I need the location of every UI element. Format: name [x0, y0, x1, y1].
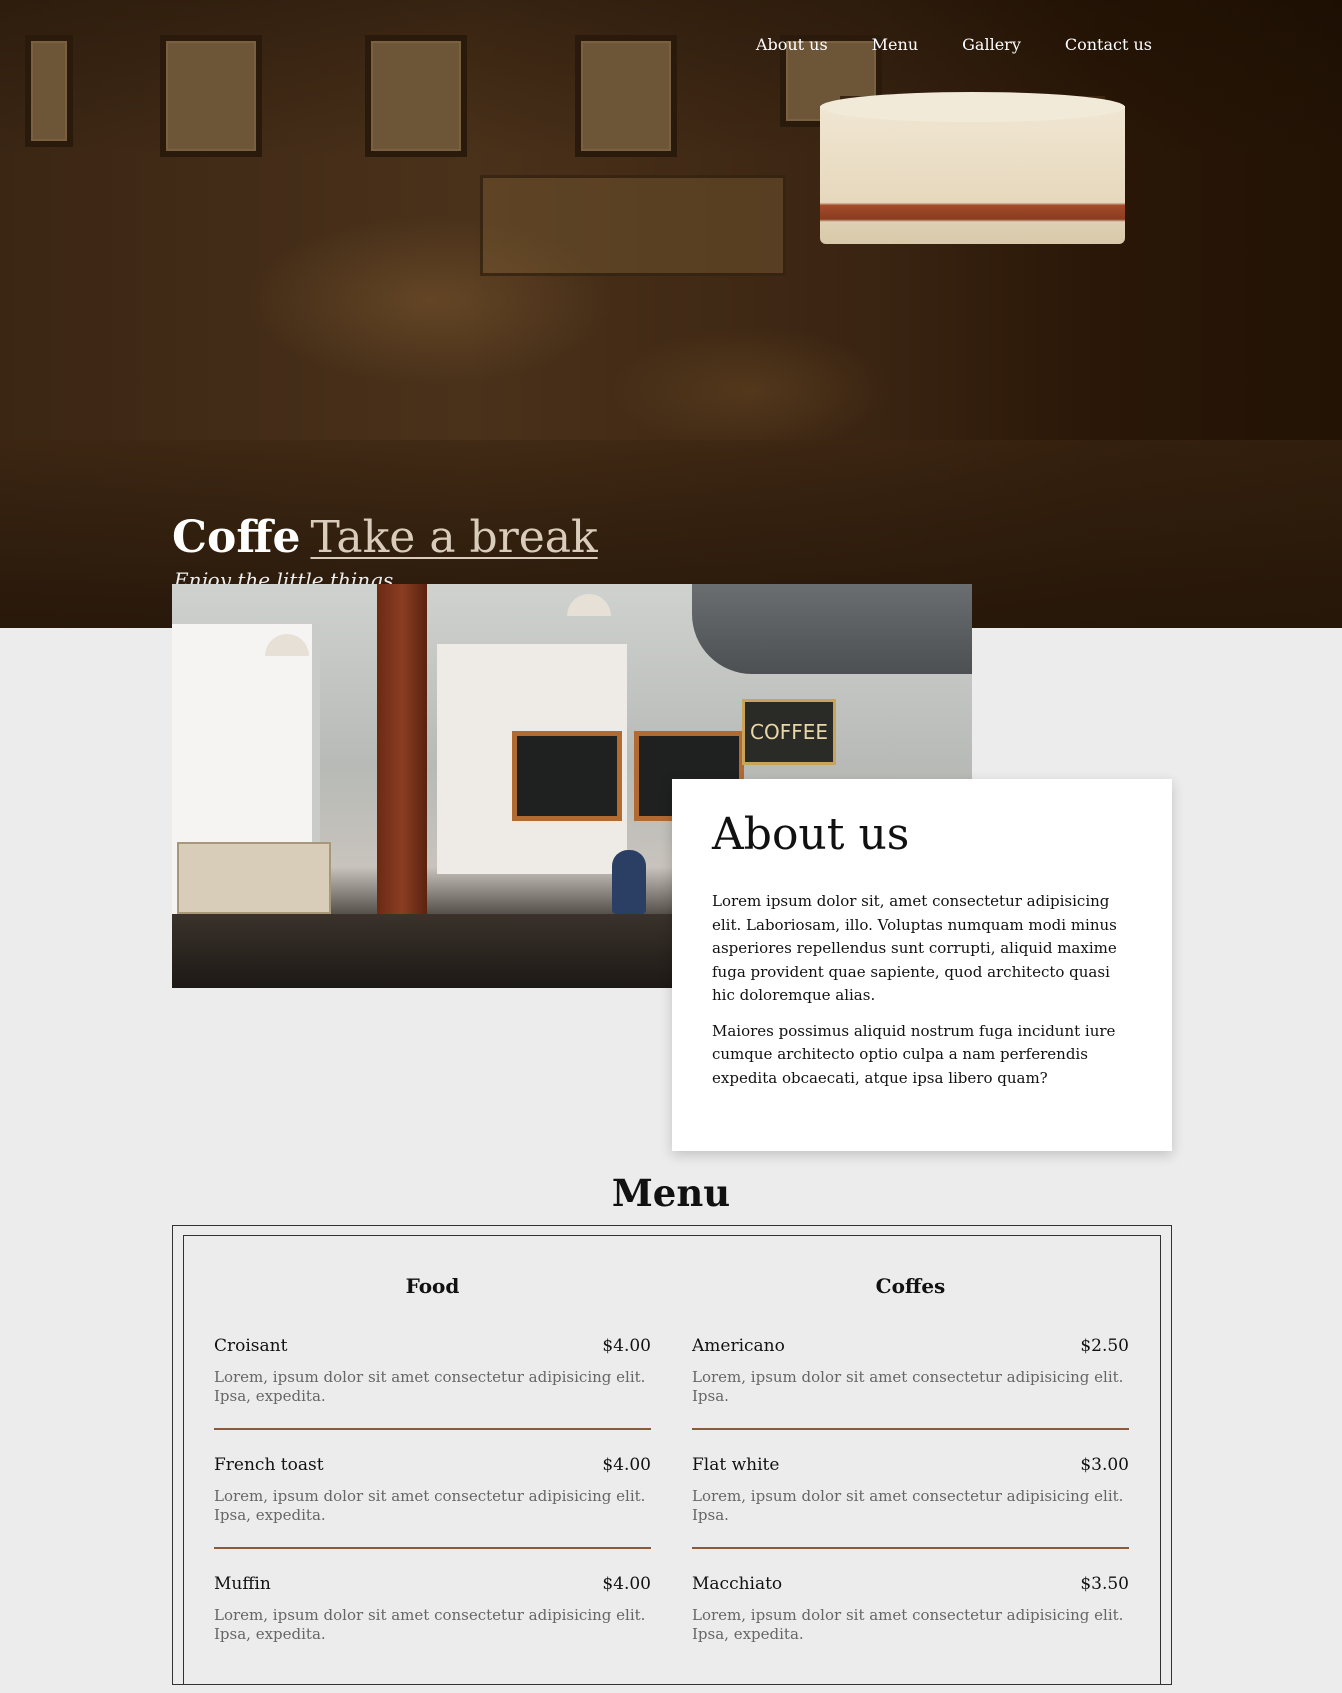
wall-frame: [25, 35, 73, 147]
pendant-lamp: [820, 92, 1125, 244]
coffee-sign: COFFEE: [742, 699, 836, 765]
menu-item: Croisant $4.00 Lorem, ipsum dolor sit ame…: [214, 1336, 651, 1455]
menu-inner-border: Food Croisant $4.00 Lorem, ipsum dolor si…: [183, 1235, 1161, 1684]
menu-item: Muffin $4.00 Lorem, ipsum dolor sit amet …: [214, 1574, 651, 1693]
menu-title: Menu: [611, 1170, 731, 1215]
chalk-menu-board: [512, 731, 622, 821]
nav-contact-us[interactable]: Contact us: [1065, 35, 1152, 54]
hero-section: About us Menu Gallery Contact us Coffe Ta…: [0, 0, 1342, 628]
photo-lamp: [567, 594, 611, 616]
menu-column-heading: Food: [405, 1274, 460, 1298]
brand-name: Coffe: [172, 512, 301, 563]
barista-figure: [612, 850, 646, 914]
menu-column-heading: Coffes: [875, 1274, 946, 1298]
item-name: Croisant: [214, 1336, 288, 1356]
gravity-box: [177, 842, 331, 914]
about-paragraph: Lorem ipsum dolor sit, amet consectetur …: [712, 892, 1117, 1004]
pastry-shelf: [480, 175, 786, 276]
wall-frame: [575, 35, 677, 157]
item-name: Muffin: [214, 1574, 271, 1594]
menu-item: Macchiato $3.50 Lorem, ipsum dolor sit am…: [692, 1574, 1129, 1693]
item-name: Flat white: [692, 1455, 780, 1475]
menu-item: French toast $4.00 Lorem, ipsum dolor sit…: [214, 1455, 651, 1574]
item-name: Macchiato: [692, 1574, 783, 1594]
item-description: Lorem, ipsum dolor sit amet consectetur …: [214, 1606, 646, 1643]
menu-column-food: Food Croisant $4.00 Lorem, ipsum dolor si…: [214, 1274, 651, 1693]
item-price: $2.50: [1080, 1336, 1129, 1356]
item-divider: [692, 1428, 1129, 1430]
item-price: $4.00: [602, 1455, 651, 1475]
about-title: About us: [712, 809, 910, 860]
item-price: $3.50: [1080, 1574, 1129, 1594]
item-name: Americano: [692, 1336, 785, 1356]
item-description: Lorem, ipsum dolor sit amet consectetur …: [692, 1606, 1124, 1643]
photo-pillar: [377, 584, 427, 914]
main-nav: About us Menu Gallery Contact us: [756, 35, 1152, 54]
about-card: About us Lorem ipsum dolor sit, amet con…: [672, 779, 1172, 1151]
wall-frame: [365, 35, 467, 157]
nav-gallery[interactable]: Gallery: [962, 35, 1021, 54]
item-divider: [214, 1547, 651, 1549]
item-name: French toast: [214, 1455, 324, 1475]
item-description: Lorem, ipsum dolor sit amet consectetur …: [692, 1487, 1124, 1524]
item-description: Lorem, ipsum dolor sit amet consectetur …: [214, 1368, 646, 1405]
item-price: $4.00: [602, 1574, 651, 1594]
menu-box: Food Croisant $4.00 Lorem, ipsum dolor si…: [172, 1225, 1172, 1685]
menu-item: Flat white $3.00 Lorem, ipsum dolor sit a…: [692, 1455, 1129, 1574]
item-price: $4.00: [602, 1336, 651, 1356]
hero-tagline-link[interactable]: Take a break: [310, 512, 597, 563]
about-paragraph: Maiores possimus aliquid nostrum fuga in…: [712, 1021, 1116, 1087]
item-divider: [692, 1547, 1129, 1549]
nav-menu[interactable]: Menu: [872, 35, 918, 54]
menu-item: Americano $2.50 Lorem, ipsum dolor sit am…: [692, 1336, 1129, 1455]
photo-duct: [692, 584, 972, 674]
item-description: Lorem, ipsum dolor sit amet consectetur …: [214, 1487, 646, 1524]
hero-title: Coffe Take a break: [172, 512, 598, 563]
menu-column-coffes: Coffes Americano $2.50 Lorem, ipsum dolor…: [692, 1274, 1129, 1693]
item-divider: [214, 1428, 651, 1430]
wall-frame: [160, 35, 262, 157]
item-description: Lorem, ipsum dolor sit amet consectetur …: [692, 1368, 1124, 1405]
nav-about-us[interactable]: About us: [756, 35, 828, 54]
item-price: $3.00: [1080, 1455, 1129, 1475]
